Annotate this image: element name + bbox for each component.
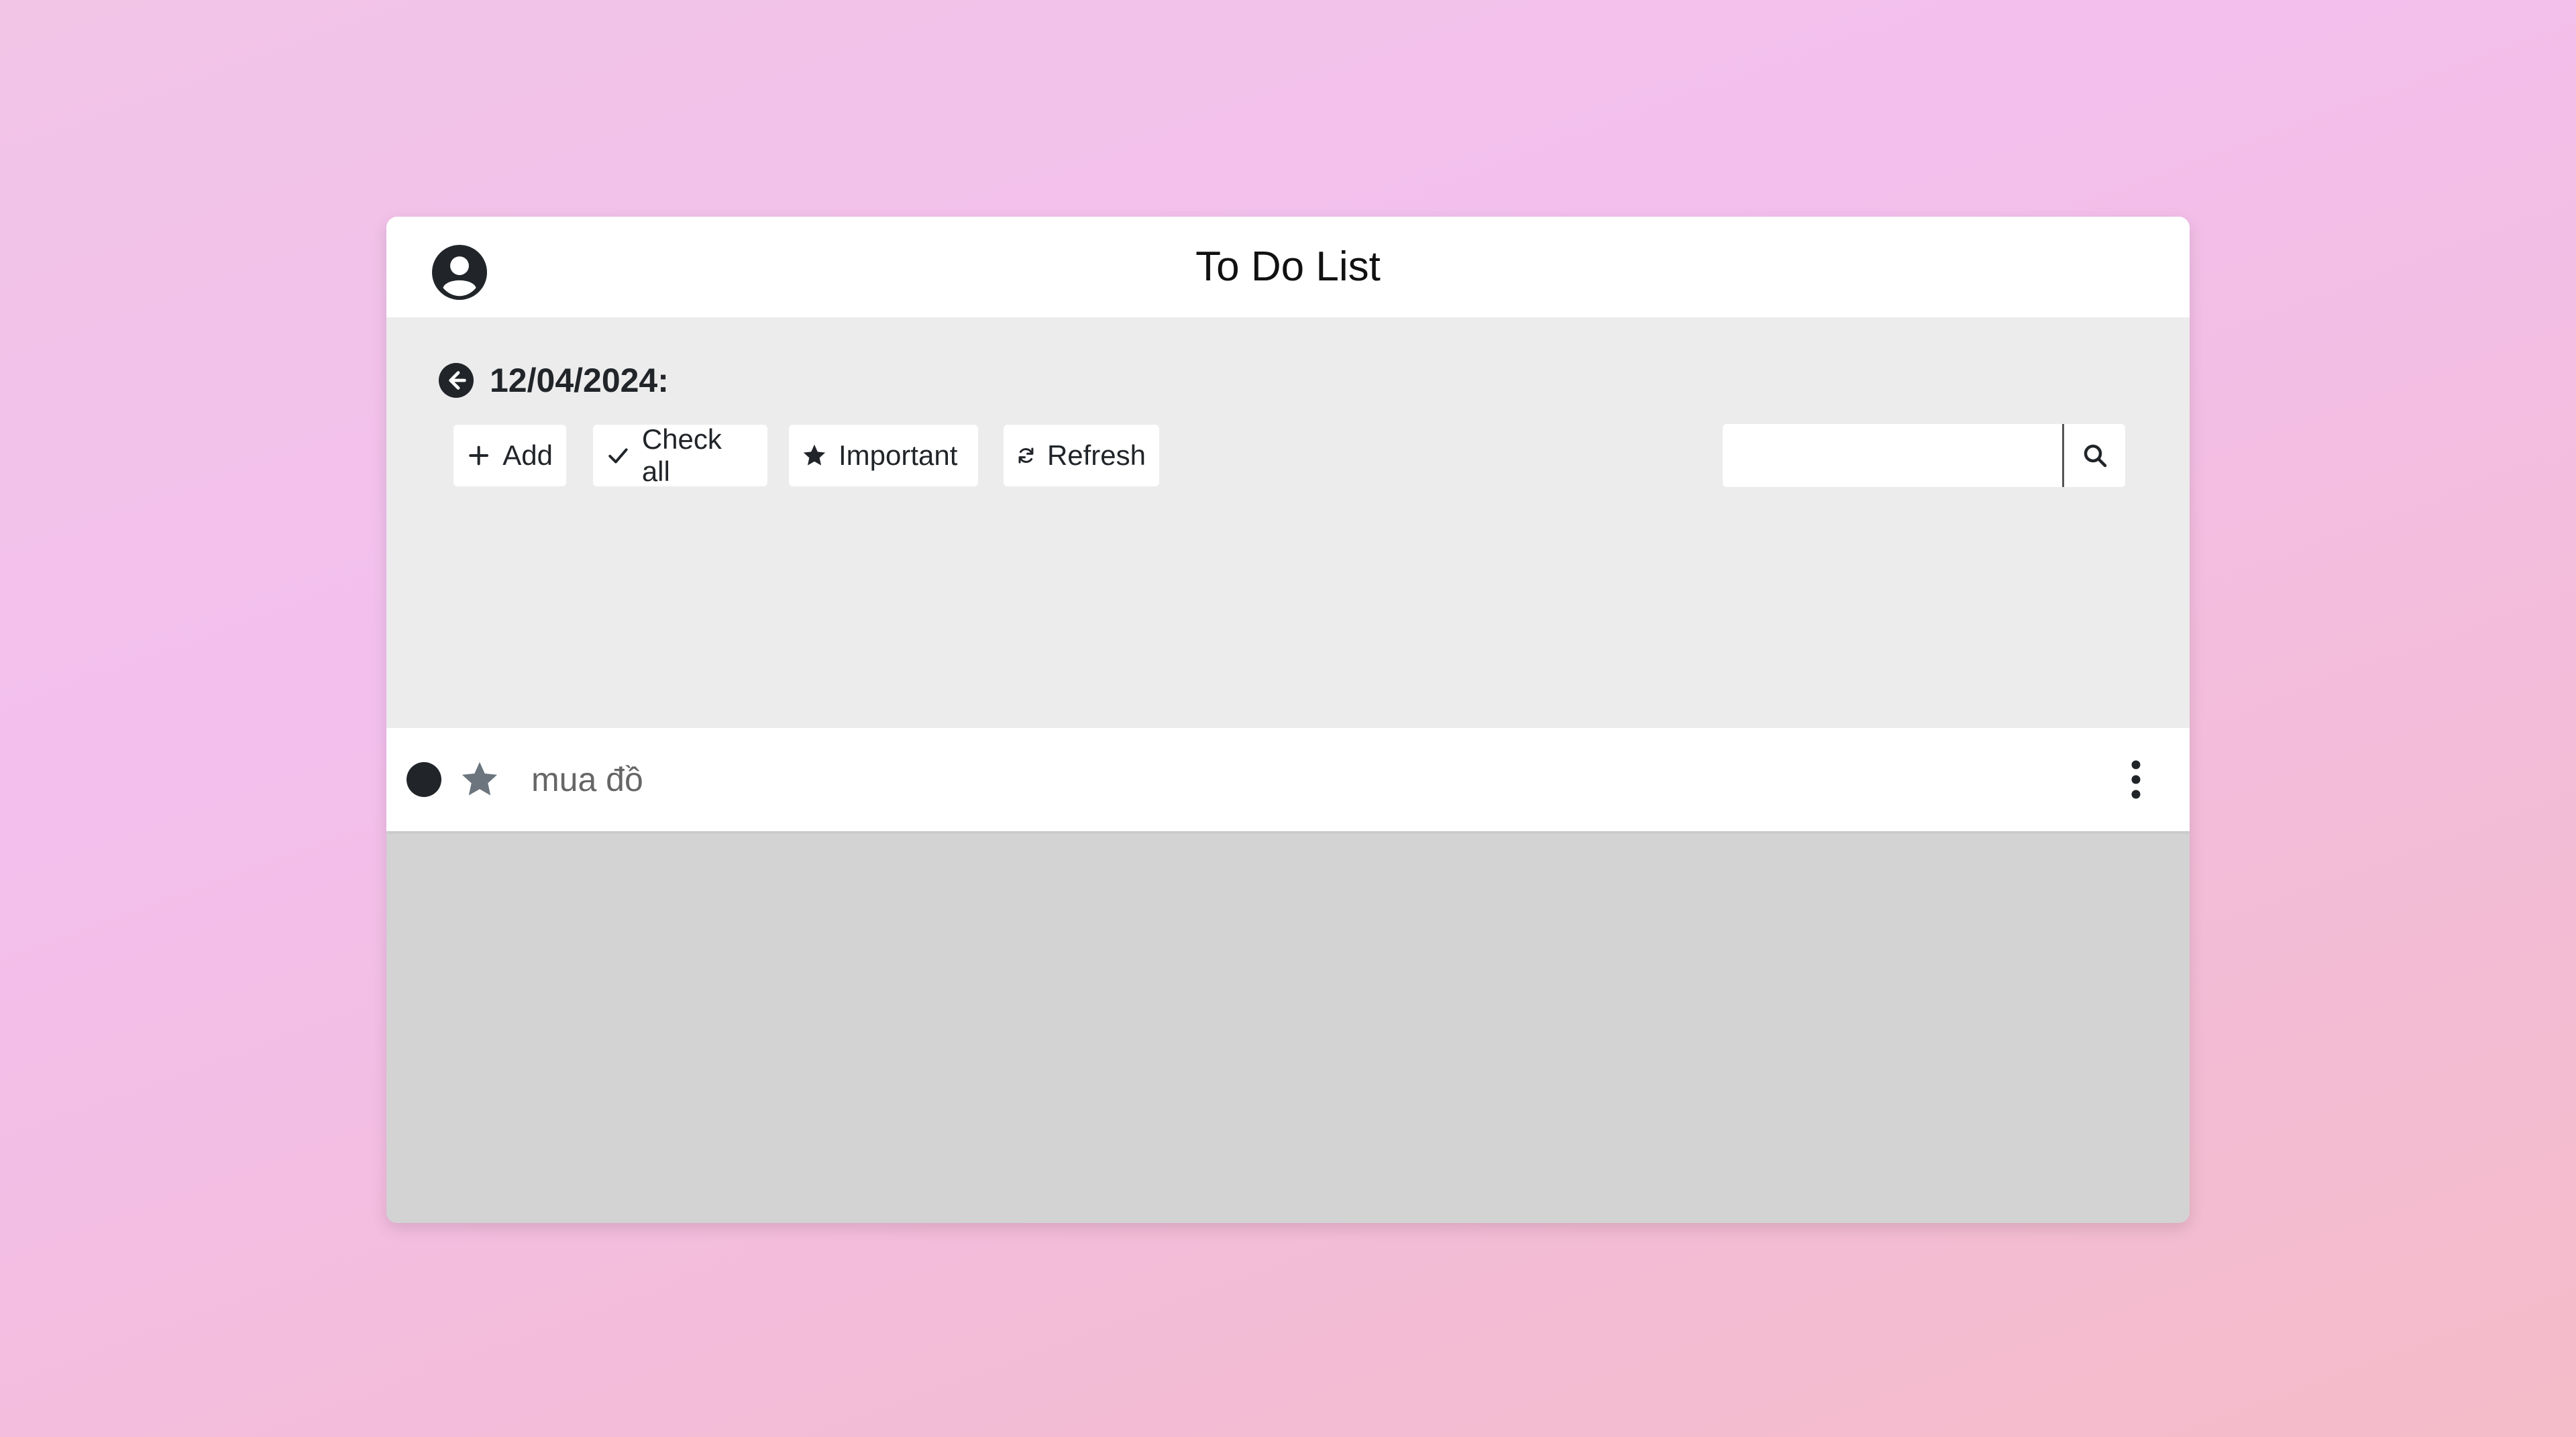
todo-card: To Do List 12/04/2024: Add Check all Imp… [386, 217, 2190, 1223]
filled-circle-icon[interactable] [407, 762, 441, 797]
arrow-left-circle-icon[interactable] [439, 363, 474, 398]
task-item[interactable]: mua đồ [386, 728, 2190, 831]
important-button[interactable]: Important [789, 425, 978, 486]
refresh-button[interactable]: Refresh [1004, 425, 1159, 486]
search-icon [2084, 444, 2106, 468]
date-label: 12/04/2024: [490, 362, 669, 399]
check-all-button[interactable]: Check all [593, 423, 767, 487]
refresh-button-label: Refresh [1046, 439, 1146, 471]
plus-icon [469, 445, 488, 466]
star-icon[interactable] [460, 760, 499, 799]
add-button[interactable]: Add [453, 425, 566, 486]
task-text: mua đồ [531, 761, 643, 798]
vertical-dots-icon[interactable] [2123, 759, 2149, 800]
search-input[interactable] [1723, 424, 2062, 487]
refresh-icon [1018, 447, 1034, 464]
add-button-label: Add [502, 439, 553, 471]
star-icon [803, 444, 826, 466]
app-title: To Do List [1195, 244, 1381, 290]
app-header: To Do List [386, 217, 2190, 317]
important-button-label: Important [839, 439, 958, 471]
check-icon [608, 448, 628, 464]
search-button[interactable] [2062, 424, 2125, 487]
check-all-button-label: Check all [641, 423, 722, 487]
user-circle-icon[interactable] [432, 245, 487, 300]
date-row: 12/04/2024: [439, 350, 669, 411]
